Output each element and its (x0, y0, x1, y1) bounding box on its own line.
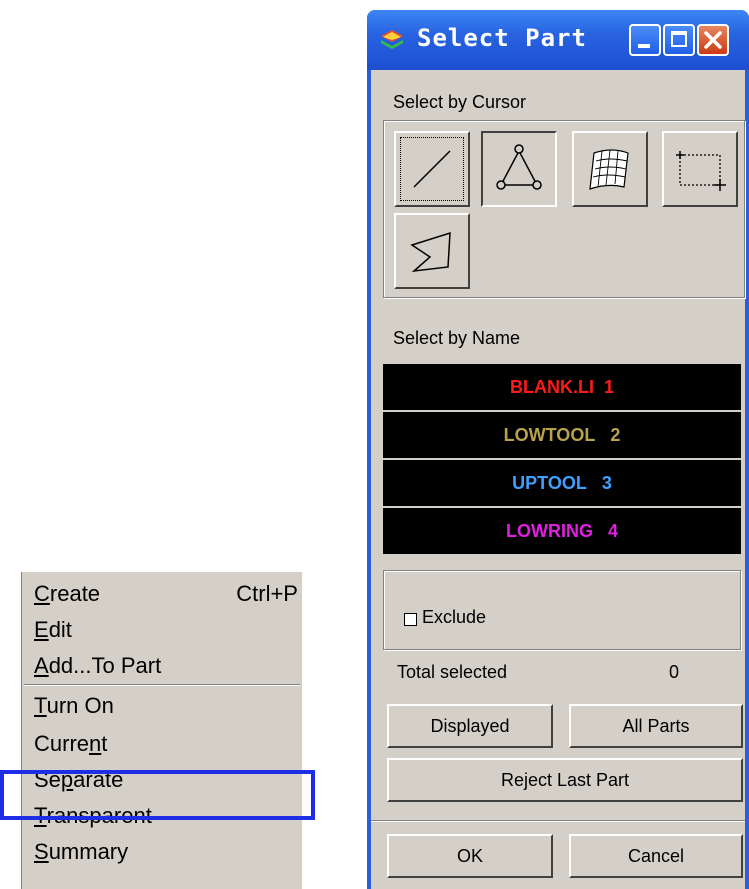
maximize-icon (671, 31, 687, 47)
surface-select-tool[interactable] (572, 131, 648, 207)
part-context-menu: Create Ctrl+P Edit Add...To Part Turn On… (21, 572, 302, 889)
part-row-3[interactable]: UPTOOL 3 (383, 460, 741, 506)
part-id: 4 (608, 521, 619, 541)
part-name: LOWRING (505, 521, 593, 541)
total-selected-value: 0 (669, 662, 680, 682)
menu-item-label: Add...To Part (34, 653, 162, 678)
menu-item-label: Current (34, 731, 108, 756)
name-section-label: Select by Name (393, 328, 521, 348)
part-name: LOWTOOL (503, 425, 596, 445)
app-icon (381, 30, 403, 49)
ok-button[interactable]: OK (387, 834, 553, 878)
menu-item-create[interactable]: Create Ctrl+P (34, 576, 298, 612)
minimize-button[interactable] (629, 24, 661, 56)
menu-item-edit[interactable]: Edit (34, 612, 294, 648)
polygon-icon (410, 231, 451, 273)
dialog-title: Select Part (417, 24, 587, 52)
menu-item-summary[interactable]: Summary (34, 834, 294, 870)
part-id: 3 (601, 473, 612, 493)
cursor-section-label: Select by Cursor (393, 92, 527, 112)
reject-last-part-button[interactable]: Reject Last Part (387, 758, 743, 802)
highlight-box (0, 770, 315, 820)
part-name: UPTOOL (512, 473, 587, 493)
cursor-tools-panel (383, 120, 745, 298)
close-button[interactable] (697, 24, 729, 56)
menu-item-label: Create (34, 581, 101, 606)
part-id: 2 (610, 425, 621, 445)
displayed-button[interactable]: Displayed (387, 704, 553, 748)
menu-item-turn-on[interactable]: Turn On (34, 688, 294, 724)
part-row-4[interactable]: LOWRING 4 (383, 508, 741, 554)
exclude-label: Exclude (422, 607, 487, 627)
rectangle-select-icon (676, 151, 726, 191)
menu-item-current[interactable]: Current (34, 726, 294, 762)
menu-separator (24, 684, 300, 686)
select-part-dialog: Select Part Select by Cursor Select by N… (367, 10, 749, 889)
menu-item-add-to-part[interactable]: Add...To Part (34, 648, 294, 684)
cancel-button[interactable]: Cancel (569, 834, 743, 878)
exclude-group: Exclude (383, 570, 741, 650)
exclude-checkbox[interactable] (404, 613, 417, 626)
part-name: BLANK.LI (509, 377, 594, 397)
title-bar[interactable]: Select Part (367, 10, 749, 70)
part-row-1[interactable]: BLANK.LI 1 (383, 364, 741, 410)
line-icon (413, 150, 451, 188)
line-select-tool[interactable] (394, 131, 470, 207)
triangle-select-tool[interactable] (481, 131, 557, 207)
menu-item-label: Edit (34, 617, 72, 642)
triangle-icon (496, 144, 542, 190)
menu-item-shortcut: Ctrl+P (236, 581, 298, 606)
part-id: 1 (604, 377, 615, 397)
menu-item-label: Summary (34, 839, 129, 864)
minimize-icon (638, 44, 650, 48)
surface-mesh-icon (589, 149, 629, 190)
polygon-select-tool[interactable] (394, 213, 470, 289)
close-icon (704, 31, 722, 49)
all-parts-button[interactable]: All Parts (569, 704, 743, 748)
total-selected-label: Total selected (397, 662, 508, 682)
rectangle-select-tool[interactable] (662, 131, 738, 207)
button-separator (371, 820, 745, 822)
maximize-button[interactable] (663, 24, 695, 56)
part-name-list: BLANK.LI 1 LOWTOOL 2 UPTOOL 3 LOWRING 4 (383, 364, 741, 554)
part-row-2[interactable]: LOWTOOL 2 (383, 412, 741, 458)
menu-item-label: Turn On (34, 693, 114, 718)
